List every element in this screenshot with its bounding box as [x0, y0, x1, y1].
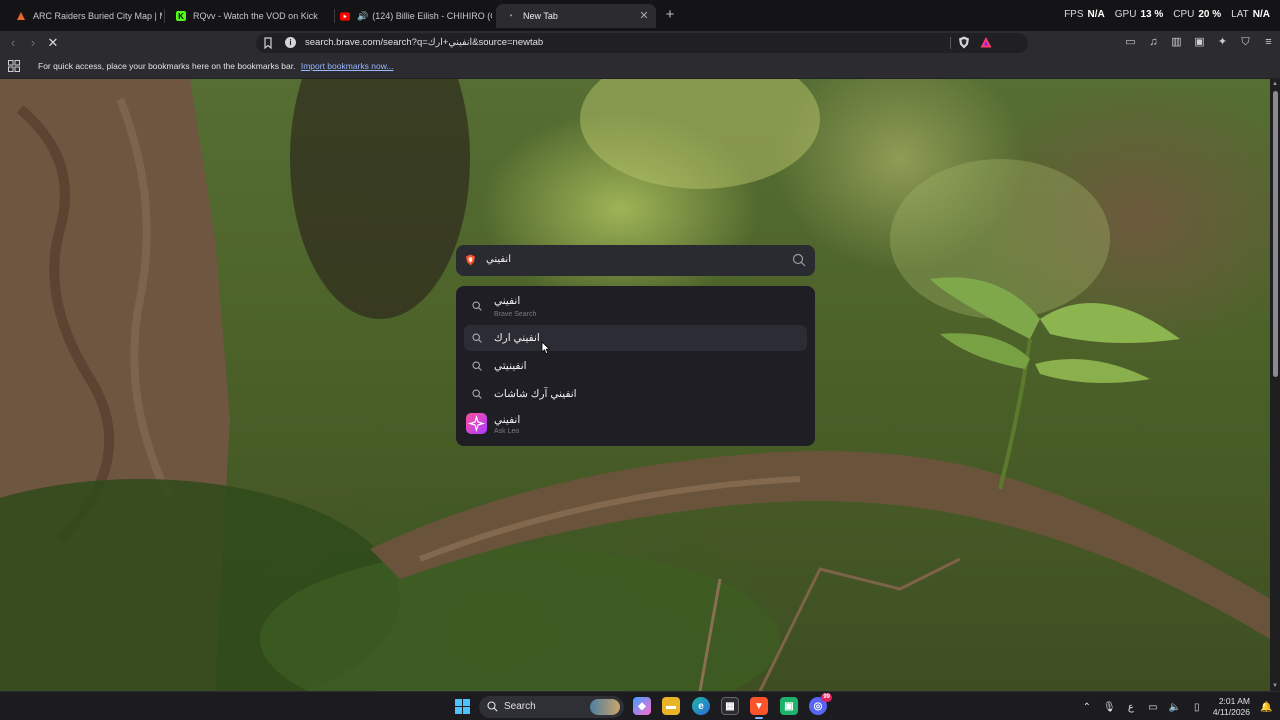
tab-new-tab[interactable]: ‧ New Tab ✕: [496, 4, 656, 28]
tab-youtube[interactable]: 🔊 (124) Billie Eilish - CHIHIRO (Offic: [330, 4, 492, 28]
bookmark-icon[interactable]: [261, 36, 275, 50]
speaker-icon[interactable]: 🔊: [357, 11, 368, 22]
scroll-down-icon[interactable]: ▼: [1271, 683, 1279, 689]
suggestion-item[interactable]: انفيني آرك شاشات: [464, 381, 807, 407]
search-icon: [487, 701, 498, 712]
media-controls-icon[interactable]: ♫: [1146, 34, 1161, 50]
scrollbar-thumb[interactable]: [1273, 91, 1278, 377]
windows-start-icon[interactable]: [455, 699, 470, 714]
suggestion-item-ask-leo[interactable]: انفيني Ask Leo: [464, 411, 807, 439]
volume-icon[interactable]: 🔈: [1169, 702, 1181, 713]
new-tab-button[interactable]: +: [662, 7, 678, 23]
toolbar-actions: ▭ ♫ ▥ ▣ ✦ ⛉ ≡: [1123, 34, 1276, 50]
vpn-icon[interactable]: ⛉: [1238, 34, 1253, 50]
tab-strip: ARC Raiders Buried City Map | Meta K RQv…: [0, 0, 1280, 31]
leo-icon: [466, 413, 487, 434]
page-scrollbar[interactable]: ▲ ▼: [1270, 79, 1280, 691]
performance-overlay: FPS N/A GPU 13 % CPU 20 % LAT N/A: [1064, 9, 1270, 20]
tab-kick[interactable]: K RQvv - Watch the VOD on Kick: [166, 4, 332, 28]
lat-stat: LAT N/A: [1231, 9, 1270, 20]
suggestion-item[interactable]: انفيني ارك: [464, 325, 807, 351]
youtube-favicon: [340, 11, 350, 21]
taskbar-search[interactable]: Search: [479, 696, 624, 718]
brave-rewards-icon[interactable]: [980, 36, 992, 49]
microphone-icon[interactable]: 🎙: [1103, 702, 1116, 713]
brave-favicon: ‧: [509, 10, 513, 22]
close-tab-icon[interactable]: ✕: [638, 10, 650, 22]
brave-shields-icon[interactable]: [958, 36, 970, 49]
mouse-cursor-icon: [541, 341, 550, 355]
cpu-stat: CPU 20 %: [1173, 9, 1222, 20]
notification-badge: 99: [821, 693, 832, 702]
system-tray: ⌃ 🎙 ع ▭ 🔈 ▯ 2:01 AM 4/11/2026 🔔: [1081, 696, 1273, 718]
search-icon: [472, 361, 482, 371]
copilot-icon[interactable]: ◆: [633, 697, 651, 715]
battery-icon[interactable]: ▯: [1191, 702, 1203, 713]
chevron-up-icon[interactable]: ⌃: [1081, 702, 1093, 713]
address-bar[interactable]: i search.brave.com/search?q=انفيني+ارك&s…: [256, 33, 1028, 53]
tab-title: New Tab: [523, 11, 558, 21]
search-icon: [472, 333, 482, 343]
edge-icon[interactable]: e: [692, 697, 710, 715]
brave-logo-icon: [466, 254, 475, 266]
search-input[interactable]: انفيني: [486, 254, 511, 265]
scroll-up-icon[interactable]: ▲: [1271, 81, 1279, 87]
brave-browser-icon[interactable]: ▼: [750, 697, 768, 719]
import-bookmarks-link[interactable]: Import bookmarks now...: [301, 61, 394, 71]
tab-arc-raiders[interactable]: ARC Raiders Buried City Map | Meta: [6, 4, 162, 28]
gpu-stat: GPU 13 %: [1114, 9, 1164, 20]
tab-title: ARC Raiders Buried City Map | Meta: [33, 11, 162, 21]
discord-icon[interactable]: ◎ 99: [809, 693, 832, 715]
leo-ai-icon[interactable]: ✦: [1215, 34, 1230, 50]
browser-toolbar: ‹ › ✕ i search.brave.com/search?q=انفيني…: [0, 31, 1280, 55]
search-box[interactable]: انفيني: [456, 245, 815, 276]
search-icon: [472, 389, 482, 399]
tab-title: RQvv - Watch the VOD on Kick: [193, 11, 318, 21]
stop-loading-button[interactable]: ✕: [45, 35, 61, 51]
app-green-icon[interactable]: ▣: [780, 697, 798, 715]
notifications-icon[interactable]: 🔔: [1260, 702, 1272, 713]
wallet-icon[interactable]: ▣: [1192, 34, 1207, 50]
forward-button[interactable]: ›: [25, 35, 41, 51]
suggestion-item[interactable]: انفينيتي: [464, 353, 807, 379]
suggestion-item[interactable]: انفيني Brave Search: [464, 290, 807, 320]
site-info-icon[interactable]: i: [285, 37, 296, 48]
fps-stat: FPS N/A: [1064, 9, 1105, 20]
clock[interactable]: 2:01 AM 4/11/2026: [1213, 696, 1250, 718]
apps-grid-icon[interactable]: [8, 60, 20, 72]
address-divider: [950, 37, 951, 49]
bookmarks-bar: For quick access, place your bookmarks h…: [0, 55, 1280, 79]
screenshot-icon[interactable]: ▭: [1123, 34, 1138, 50]
search-icon: [472, 301, 482, 311]
network-icon[interactable]: ▭: [1147, 702, 1159, 713]
language-indicator[interactable]: ع: [1125, 702, 1137, 713]
arc-raiders-favicon: [16, 11, 26, 21]
search-highlight-image: [590, 699, 620, 715]
search-suggestions: انفيني Brave Search انفيني ارك انفينيتي …: [456, 286, 815, 446]
url-text[interactable]: search.brave.com/search?q=انفيني+ارك&sou…: [305, 37, 543, 48]
tab-separator: [164, 9, 165, 23]
back-button[interactable]: ‹: [5, 35, 21, 51]
menu-icon[interactable]: ≡: [1261, 34, 1276, 50]
file-explorer-icon[interactable]: ▬: [662, 697, 680, 715]
store-icon[interactable]: ▦: [721, 697, 739, 715]
windows-taskbar: Search ◆ ▬ e ▦ ▼ ▣ ◎ 99 ⌃ 🎙 ع ▭ 🔈 ▯ 2:01…: [0, 691, 1280, 720]
tab-title: (124) Billie Eilish - CHIHIRO (Offic: [372, 11, 492, 21]
search-icon[interactable]: [792, 253, 806, 267]
kick-favicon: K: [176, 11, 186, 21]
bookmarks-hint: For quick access, place your bookmarks h…: [38, 61, 394, 71]
sidebar-icon[interactable]: ▥: [1169, 34, 1184, 50]
